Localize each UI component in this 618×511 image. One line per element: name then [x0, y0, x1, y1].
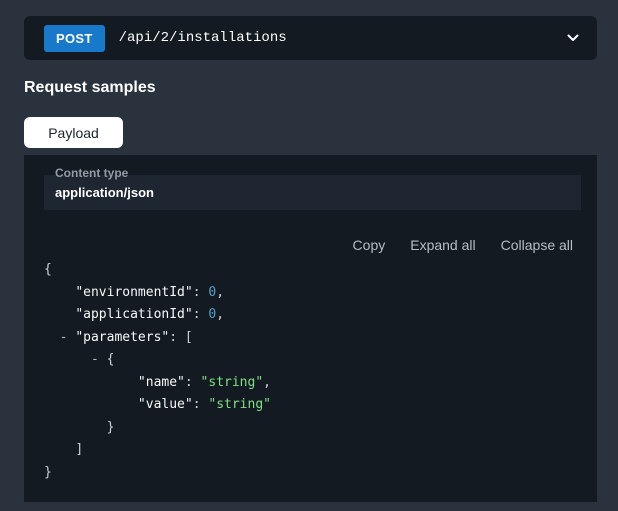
sample-actions: Copy Expand all Collapse all [24, 237, 573, 253]
collapse-toggle[interactable]: - [91, 352, 99, 367]
code-line: "environmentId": 0, [44, 282, 597, 305]
code-line: "name": "string", [44, 372, 597, 395]
json-sample-code: { "environmentId": 0, "applicationId": 0… [44, 259, 597, 484]
endpoint-bar[interactable]: POST /api/2/installations [24, 16, 597, 60]
chevron-down-icon[interactable] [565, 30, 581, 46]
copy-button[interactable]: Copy [353, 237, 386, 253]
code-line: "value": "string" [44, 394, 597, 417]
code-line: ] [44, 439, 597, 462]
code-line: } [44, 417, 597, 440]
content-type-label: Content type [55, 166, 128, 180]
content-type-value: application/json [44, 175, 581, 210]
endpoint-path: /api/2/installations [119, 30, 565, 46]
code-line: - "parameters": [ [44, 327, 597, 350]
code-line: - { [44, 349, 597, 372]
section-title: Request samples [24, 80, 597, 96]
http-method-badge: POST [44, 25, 105, 52]
tab-payload[interactable]: Payload [24, 117, 123, 148]
content-type-select[interactable]: Content type application/json [44, 175, 581, 210]
expand-all-button[interactable]: Expand all [410, 237, 475, 253]
code-line: { [44, 259, 597, 282]
request-sample-panel: Content type application/json Copy Expan… [24, 155, 597, 502]
collapse-all-button[interactable]: Collapse all [501, 237, 573, 253]
page: POST /api/2/installations Request sample… [0, 0, 618, 502]
code-line: "applicationId": 0, [44, 304, 597, 327]
tab-payload-label: Payload [48, 125, 99, 141]
code-line: } [44, 462, 597, 485]
